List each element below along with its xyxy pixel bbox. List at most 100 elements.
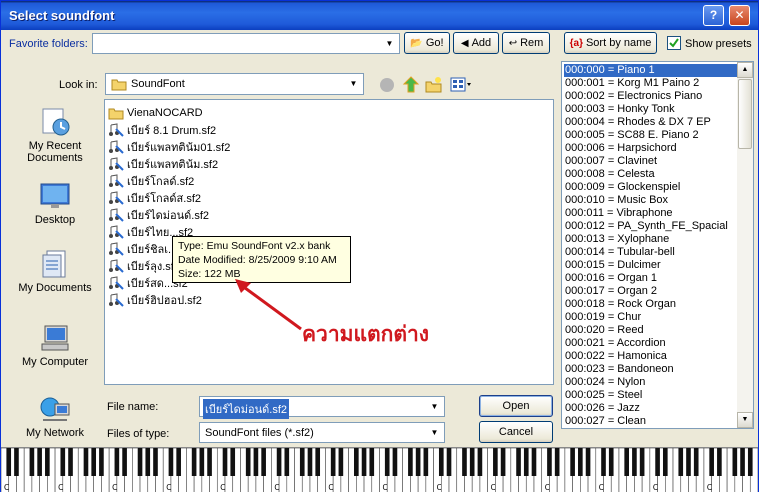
chevron-down-icon[interactable]: ▼ [427, 399, 442, 414]
place-my-recent-documents[interactable]: My Recent Documents [11, 107, 99, 164]
help-button[interactable]: ? [703, 5, 724, 26]
preset-item[interactable]: 000:006 = Harpsichord [564, 142, 738, 155]
black-key[interactable] [469, 448, 475, 476]
preset-item[interactable]: 000:000 = Piano 1 [564, 64, 738, 77]
black-key[interactable] [315, 448, 321, 476]
black-key[interactable] [153, 448, 158, 476]
black-key[interactable] [392, 448, 398, 476]
black-key[interactable] [60, 448, 66, 476]
preset-item[interactable]: 000:015 = Dulcimer [564, 259, 738, 272]
preset-item[interactable]: 000:012 = PA_Synth_FE_Spacial [564, 220, 738, 233]
go-button[interactable]: 📂 Go! [404, 32, 450, 54]
add-button[interactable]: ◀ Add [453, 32, 499, 54]
black-key[interactable] [168, 448, 174, 476]
black-key[interactable] [523, 448, 529, 476]
preset-item[interactable]: 000:005 = SC88 E. Piano 2 [564, 129, 738, 142]
black-key[interactable] [114, 448, 120, 476]
black-key[interactable] [145, 448, 151, 476]
black-key[interactable] [709, 448, 714, 476]
favorite-folders-combo[interactable]: ▼ [92, 33, 400, 54]
file-item[interactable]: เบียร์ชิลเ... [108, 241, 177, 257]
black-key[interactable] [655, 448, 660, 476]
black-key[interactable] [207, 448, 212, 476]
look-in-combo[interactable]: SoundFont ▼ [105, 73, 364, 95]
black-key[interactable] [639, 448, 645, 476]
black-key[interactable] [361, 448, 367, 476]
preset-item[interactable]: 000:001 = Korg M1 Paino 2 [564, 77, 738, 90]
cancel-button[interactable]: Cancel [479, 421, 553, 443]
chevron-down-icon[interactable]: ▼ [427, 425, 442, 440]
preset-item[interactable]: 000:003 = Honky Tonk [564, 103, 738, 116]
preset-item[interactable]: 000:009 = Glockenspiel [564, 181, 738, 194]
preset-item[interactable]: 000:013 = Xylophane [564, 233, 738, 246]
black-key[interactable] [477, 448, 483, 476]
file-item[interactable]: เบียร์แพลทติน้ม01.sf2 [108, 139, 230, 155]
black-key[interactable] [662, 448, 668, 476]
black-key[interactable] [446, 448, 452, 476]
up-folder-icon[interactable] [402, 76, 420, 97]
black-key[interactable] [732, 448, 738, 476]
black-key[interactable] [122, 448, 127, 476]
preset-item[interactable]: 000:027 = Clean [564, 415, 738, 428]
preset-item[interactable]: 000:026 = Jazz [564, 402, 738, 415]
preset-item[interactable]: 000:024 = Nylon [564, 376, 738, 389]
black-key[interactable] [570, 448, 575, 476]
preset-item[interactable]: 000:020 = Reed [564, 324, 738, 337]
black-key[interactable] [299, 448, 305, 476]
black-key[interactable] [438, 448, 444, 476]
preset-item[interactable]: 000:016 = Organ 1 [564, 272, 738, 285]
rem-button[interactable]: ↩ Rem [502, 32, 550, 54]
folder-item[interactable]: VienaNOCARD [108, 105, 203, 121]
black-key[interactable] [516, 448, 521, 476]
black-key[interactable] [176, 448, 181, 476]
preset-item[interactable]: 000:022 = Hamonica [564, 350, 738, 363]
black-key[interactable] [276, 448, 282, 476]
preset-item[interactable]: 000:021 = Accordion [564, 337, 738, 350]
black-key[interactable] [29, 448, 35, 476]
black-key[interactable] [601, 448, 606, 476]
preset-item[interactable]: 000:025 = Steel [564, 389, 738, 402]
preset-list[interactable]: 000:000 = Piano 1 000:001 = Korg M1 Paino… [561, 61, 754, 429]
black-key[interactable] [678, 448, 684, 476]
place-my-computer[interactable]: My Computer [11, 323, 99, 368]
black-key[interactable] [693, 448, 699, 476]
preset-item[interactable]: 000:002 = Electronics Piano [564, 90, 738, 103]
preset-item[interactable]: 000:023 = Bandoneon [564, 363, 738, 376]
file-item[interactable]: เบียร์ 8.1 Drum.sf2 [108, 122, 216, 138]
black-key[interactable] [330, 448, 336, 476]
black-key[interactable] [717, 448, 722, 476]
black-key[interactable] [253, 448, 259, 476]
file-item[interactable]: เบียร์แพลทติน้ม.sf2 [108, 156, 218, 172]
preset-item[interactable]: 000:007 = Clavinet [564, 155, 738, 168]
black-key[interactable] [384, 448, 390, 476]
black-key[interactable] [423, 448, 429, 476]
file-name-combo[interactable]: เบียร์ไดม่อนด์.sf2 ▼ [199, 396, 445, 419]
scroll-down-icon[interactable]: ▼ [737, 412, 753, 428]
black-key[interactable] [531, 448, 537, 476]
sort-by-name-button[interactable]: {a} Sort by name [564, 32, 657, 54]
preset-item[interactable]: 000:011 = Vibraphone [564, 207, 738, 220]
black-key[interactable] [261, 448, 266, 476]
open-button[interactable]: Open [479, 395, 553, 417]
black-key[interactable] [45, 448, 50, 476]
black-key[interactable] [222, 448, 228, 476]
place-my-documents[interactable]: My Documents [11, 249, 99, 294]
black-key[interactable] [191, 448, 197, 476]
chevron-down-icon[interactable]: ▼ [382, 36, 397, 51]
black-key[interactable] [462, 448, 467, 476]
black-key[interactable] [99, 448, 104, 476]
black-key[interactable] [408, 448, 413, 476]
close-button[interactable]: ✕ [729, 5, 750, 26]
black-key[interactable] [686, 448, 691, 476]
preset-item[interactable]: 000:014 = Tubular-bell [564, 246, 738, 259]
preset-item[interactable]: 000:017 = Organ 2 [564, 285, 738, 298]
black-key[interactable] [83, 448, 89, 476]
black-key[interactable] [624, 448, 630, 476]
black-key[interactable] [137, 448, 143, 476]
preset-item[interactable]: 000:008 = Celesta [564, 168, 738, 181]
file-item[interactable]: เบียร์โกลด์.sf2 [108, 173, 194, 189]
preset-item[interactable]: 000:019 = Chur [564, 311, 738, 324]
black-key[interactable] [199, 448, 205, 476]
black-key[interactable] [740, 448, 745, 476]
preset-scrollbar[interactable]: ▲ ▼ [737, 62, 753, 428]
